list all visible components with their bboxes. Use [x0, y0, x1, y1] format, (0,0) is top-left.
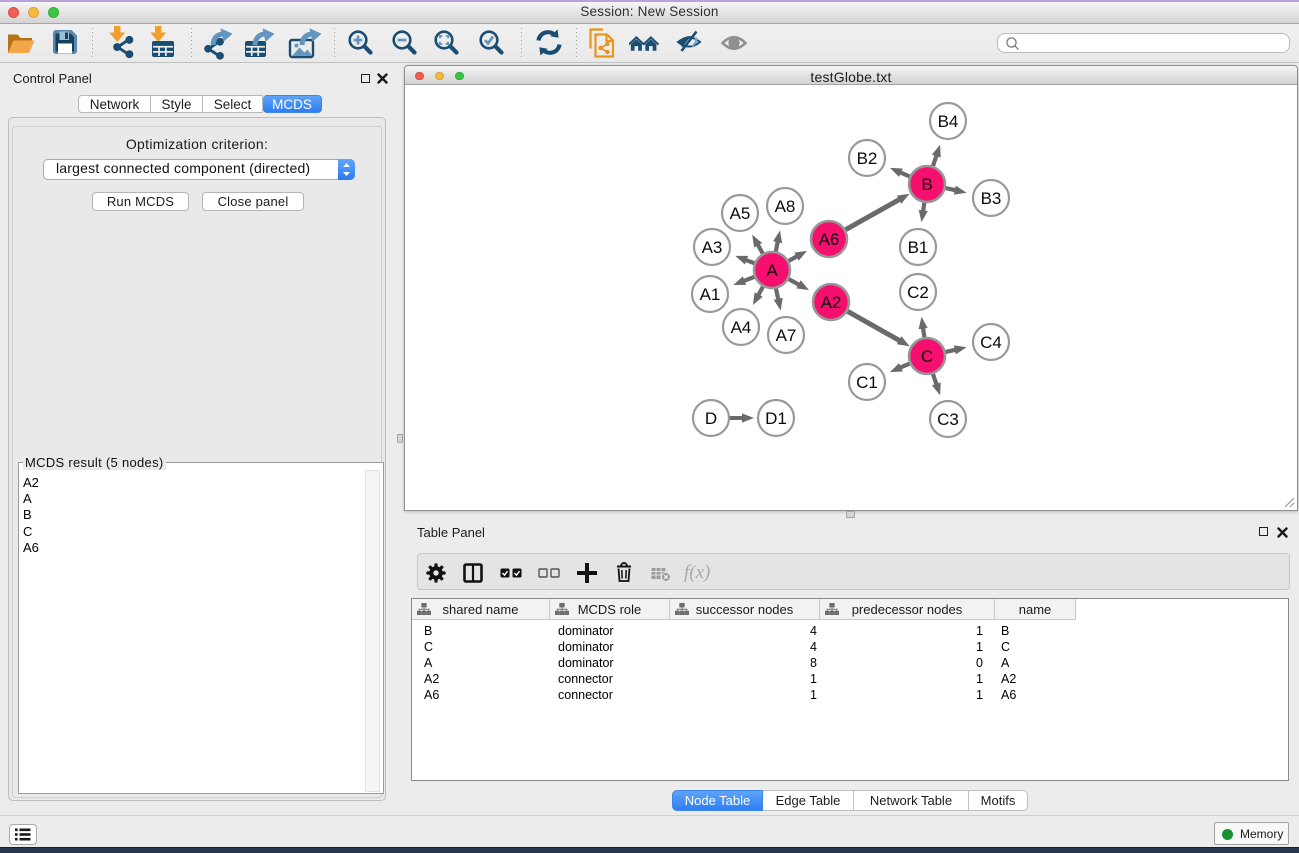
svg-text:A3: A3	[702, 238, 723, 257]
svg-text:A4: A4	[731, 318, 752, 337]
svg-text:C2: C2	[907, 283, 929, 302]
svg-text:D1: D1	[765, 409, 787, 428]
svg-text:A8: A8	[775, 197, 796, 216]
svg-text:C: C	[921, 347, 933, 366]
svg-text:A7: A7	[776, 326, 797, 345]
svg-text:B: B	[921, 175, 932, 194]
svg-text:A6: A6	[819, 230, 840, 249]
svg-text:B4: B4	[938, 112, 959, 131]
svg-text:A5: A5	[730, 204, 751, 223]
svg-text:A2: A2	[821, 293, 842, 312]
svg-text:D: D	[705, 409, 717, 428]
svg-text:B2: B2	[857, 149, 878, 168]
svg-text:C4: C4	[980, 333, 1002, 352]
svg-text:A1: A1	[700, 285, 721, 304]
svg-text:C3: C3	[937, 410, 959, 429]
svg-text:C1: C1	[856, 373, 878, 392]
svg-text:A: A	[766, 261, 778, 280]
svg-text:B1: B1	[908, 238, 929, 257]
svg-text:B3: B3	[981, 189, 1002, 208]
svg-text:f(x): f(x)	[684, 562, 710, 583]
